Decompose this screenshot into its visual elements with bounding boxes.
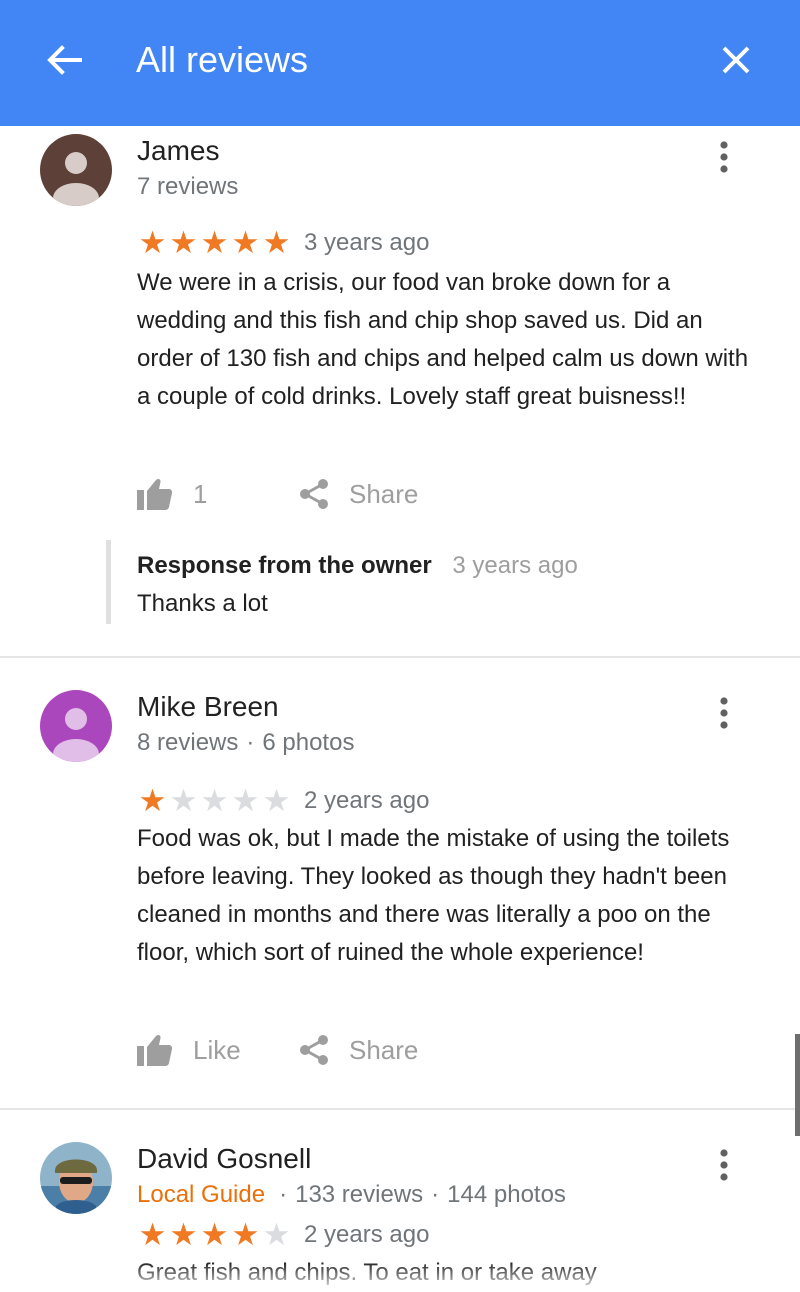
- more-options-icon[interactable]: [706, 138, 742, 178]
- share-icon: [300, 479, 328, 509]
- avatar[interactable]: [40, 690, 112, 762]
- like-count: 1: [193, 478, 208, 509]
- reviews-count: 8 reviews: [137, 729, 239, 756]
- rating-row: ★ ★ ★ ★ ★ 2 years ago: [137, 783, 430, 819]
- star-empty-icon: ★: [262, 783, 291, 819]
- share-button[interactable]: Share: [299, 1032, 418, 1068]
- star-filled-icon: ★: [200, 225, 229, 261]
- star-rating: ★ ★ ★ ★ ★: [137, 783, 292, 819]
- star-filled-icon: ★: [262, 225, 291, 261]
- star-empty-icon: ★: [200, 783, 229, 819]
- review-actions: Like Share: [137, 1032, 537, 1068]
- like-label: Like: [193, 1034, 241, 1065]
- reviewer-name[interactable]: David Gosnell: [137, 1142, 311, 1176]
- star-empty-icon: ★: [169, 783, 198, 819]
- star-filled-icon: ★: [200, 1217, 229, 1253]
- separator-dot: ·: [279, 1181, 288, 1208]
- star-filled-icon: ★: [138, 783, 167, 819]
- photos-count: 6 photos: [262, 729, 355, 756]
- review-text: We were in a crisis, our food van broke …: [137, 269, 749, 410]
- reviewer-meta: Local Guide · 133 reviews · 144 photos: [137, 1180, 566, 1210]
- star-filled-icon: ★: [231, 225, 260, 261]
- rating-row: ★ ★ ★ ★ ★ 3 years ago: [137, 225, 430, 261]
- owner-response-title: Response from the owner: [137, 552, 432, 579]
- page-title: All reviews: [136, 39, 309, 80]
- reviews-count: 133 reviews: [295, 1181, 424, 1208]
- review-date: 2 years ago: [304, 787, 430, 814]
- more-options-icon[interactable]: [706, 1146, 742, 1186]
- owner-response-date: 3 years ago: [452, 552, 578, 579]
- scrollbar[interactable]: [795, 1034, 800, 1136]
- reviews-list[interactable]: James 7 reviews ★ ★ ★ ★ ★ 3 years ago We wer…: [0, 126, 800, 1292]
- close-icon[interactable]: [714, 38, 758, 82]
- separator-dot: ·: [431, 1181, 440, 1208]
- more-options-icon[interactable]: [706, 694, 742, 734]
- review-card: Mike Breen 8 reviews · 6 photos ★ ★ ★ ★ ★ 2 ye…: [0, 658, 800, 1110]
- avatar[interactable]: [40, 134, 112, 206]
- review-date: 3 years ago: [304, 229, 430, 256]
- separator-dot: ·: [246, 729, 255, 756]
- back-arrow-icon[interactable]: [42, 38, 86, 82]
- owner-response: Response from the owner 3 years ago Than…: [106, 540, 751, 624]
- reviewer-name[interactable]: Mike Breen: [137, 690, 279, 724]
- rating-row: ★ ★ ★ ★ ★ 2 years ago: [137, 1217, 430, 1253]
- review-date: 2 years ago: [304, 1221, 430, 1248]
- photos-count: 144 photos: [447, 1181, 566, 1208]
- like-button[interactable]: Like: [137, 1032, 241, 1068]
- star-empty-icon: ★: [231, 783, 260, 819]
- review-card: James 7 reviews ★ ★ ★ ★ ★ 3 years ago We wer…: [0, 126, 800, 658]
- local-guide-badge[interactable]: Local Guide: [137, 1181, 265, 1208]
- star-filled-icon: ★: [169, 1217, 198, 1253]
- star-rating: ★ ★ ★ ★ ★: [137, 1217, 292, 1253]
- star-filled-icon: ★: [138, 225, 167, 261]
- avatar[interactable]: [40, 1142, 112, 1214]
- share-icon: [300, 1035, 328, 1065]
- like-button[interactable]: 1: [137, 476, 207, 512]
- share-button[interactable]: Share: [299, 476, 418, 512]
- star-empty-icon: ★: [262, 1217, 291, 1253]
- reviewer-meta: 8 reviews · 6 photos: [137, 728, 354, 758]
- star-filled-icon: ★: [231, 1217, 260, 1253]
- star-filled-icon: ★: [138, 1217, 167, 1253]
- review-actions: 1 Share: [137, 476, 537, 512]
- share-label: Share: [349, 1034, 419, 1065]
- bottom-fade: [0, 1262, 800, 1292]
- reviewer-name[interactable]: James: [137, 134, 219, 168]
- thumbs-up-icon: [137, 478, 173, 510]
- app-header: All reviews: [0, 0, 800, 126]
- reviewer-meta: 7 reviews: [137, 172, 238, 202]
- owner-response-text: Thanks a lot: [137, 590, 268, 617]
- share-label: Share: [349, 478, 419, 509]
- star-rating: ★ ★ ★ ★ ★: [137, 225, 292, 261]
- reviews-count: 7 reviews: [137, 173, 239, 200]
- thumbs-up-icon: [137, 1034, 173, 1066]
- review-text: Food was ok, but I made the mistake of u…: [137, 825, 730, 966]
- star-filled-icon: ★: [169, 225, 198, 261]
